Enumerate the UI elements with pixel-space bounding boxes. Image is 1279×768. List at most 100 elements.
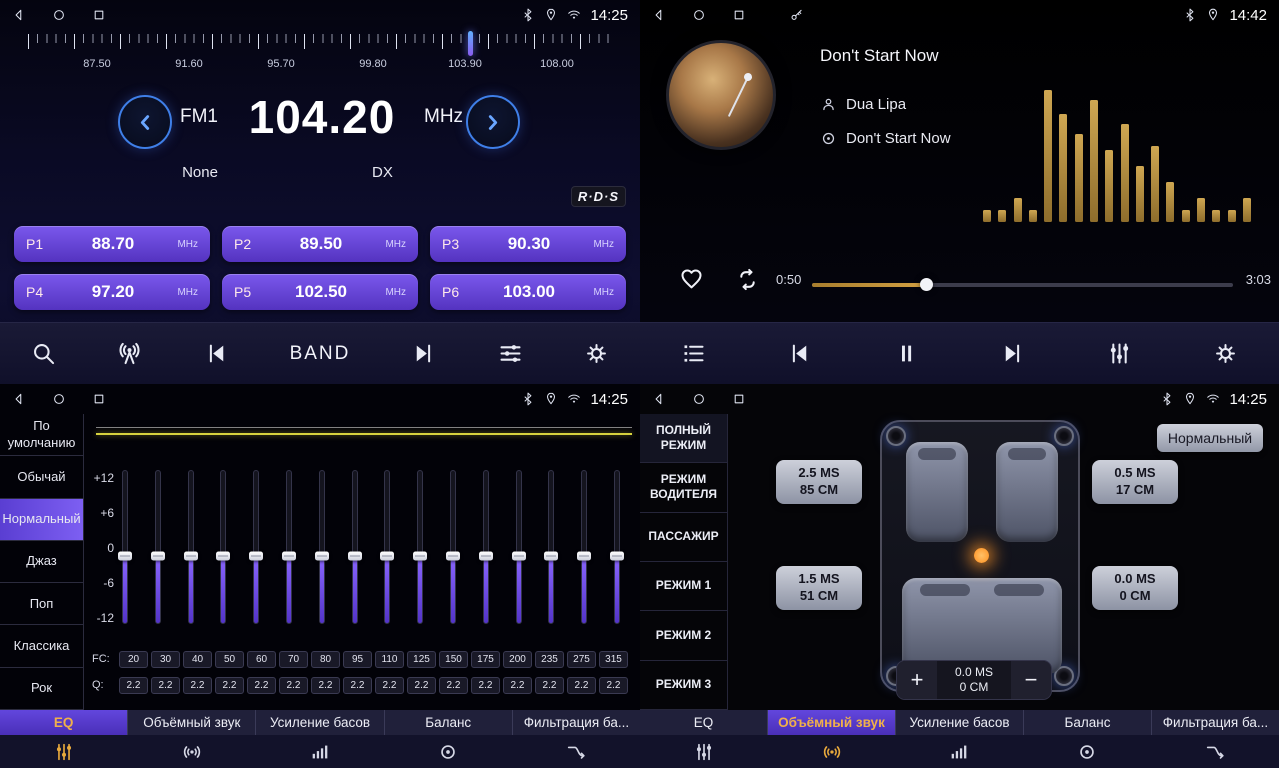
bass-boost-tab-icon[interactable] — [256, 741, 384, 763]
eq-band-slider[interactable] — [577, 470, 591, 624]
mode-3[interactable]: РЕЖИМ 3 — [640, 661, 727, 710]
eq-tab-icon[interactable] — [640, 741, 768, 763]
eq-band-slider[interactable] — [380, 470, 394, 624]
eq-slider-handle[interactable] — [446, 552, 460, 561]
nav-back-icon[interactable] — [12, 392, 26, 406]
surround-tab-icon[interactable] — [128, 741, 256, 763]
mode-1[interactable]: РЕЖИМ 1 — [640, 562, 727, 611]
preset-button-p6[interactable]: P6 103.00 MHz — [430, 274, 626, 310]
tab-bass-boost[interactable]: Усиление басов — [256, 710, 384, 735]
eq-band-slider[interactable] — [216, 470, 230, 624]
nav-recents-icon[interactable] — [732, 8, 746, 22]
filter-tab-icon[interactable] — [512, 741, 640, 763]
speaker-front-left[interactable] — [886, 426, 906, 446]
nav-recents-icon[interactable] — [732, 392, 746, 406]
eq-slider-handle[interactable] — [610, 552, 624, 561]
equalizer-icon[interactable] — [1106, 340, 1133, 367]
audio-settings-icon[interactable] — [497, 340, 524, 367]
tab-eq[interactable]: EQ — [640, 710, 768, 735]
eq-slider-handle[interactable] — [577, 552, 591, 561]
nav-home-icon[interactable] — [52, 8, 66, 22]
delay-increase-button[interactable]: + — [897, 661, 937, 699]
filter-tab-icon[interactable] — [1151, 741, 1279, 763]
delay-decrease-button[interactable]: − — [1011, 661, 1051, 699]
eq-slider-handle[interactable] — [216, 552, 230, 561]
eq-slider-handle[interactable] — [380, 552, 394, 561]
sound-preset-button[interactable]: Нормальный — [1157, 424, 1263, 452]
eq-band-slider[interactable] — [118, 470, 132, 624]
scan-icon[interactable] — [30, 340, 57, 367]
eq-slider-handle[interactable] — [315, 552, 329, 561]
preset-button-p4[interactable]: P4 97.20 MHz — [14, 274, 210, 310]
tune-up-button[interactable] — [466, 95, 520, 149]
eq-band-slider[interactable] — [610, 470, 624, 624]
eq-slider-handle[interactable] — [544, 552, 558, 561]
nav-back-icon[interactable] — [12, 8, 26, 22]
repeat-icon[interactable] — [734, 266, 761, 293]
seek-knob[interactable] — [920, 278, 933, 291]
nav-back-icon[interactable] — [652, 392, 666, 406]
tune-down-button[interactable] — [118, 95, 172, 149]
eq-band-slider[interactable] — [249, 470, 263, 624]
eq-band-slider[interactable] — [348, 470, 362, 624]
bass-boost-tab-icon[interactable] — [896, 741, 1024, 763]
eq-band-slider[interactable] — [512, 470, 526, 624]
nav-recents-icon[interactable] — [92, 392, 106, 406]
settings-gear-icon[interactable] — [1212, 340, 1239, 367]
delay-front-left[interactable]: 2.5 MS 85 CM — [776, 460, 862, 504]
eq-slider-handle[interactable] — [348, 552, 362, 561]
tuning-indicator[interactable] — [468, 31, 473, 56]
eq-band-slider[interactable] — [315, 470, 329, 624]
seek-bar[interactable] — [812, 283, 1233, 287]
eq-slider-handle[interactable] — [118, 552, 132, 561]
preset-button-p2[interactable]: P2 89.50 MHz — [222, 226, 418, 262]
tab-balance[interactable]: Баланс — [1024, 710, 1152, 735]
nav-home-icon[interactable] — [52, 392, 66, 406]
eq-band-slider[interactable] — [151, 470, 165, 624]
playlist-icon[interactable] — [680, 340, 707, 367]
tab-surround[interactable]: Объёмный звук — [768, 710, 896, 735]
settings-gear-icon[interactable] — [583, 340, 610, 367]
next-track-icon[interactable] — [999, 340, 1026, 367]
eq-preset-classic[interactable]: Классика — [0, 625, 83, 667]
eq-band-slider[interactable] — [446, 470, 460, 624]
eq-slider-handle[interactable] — [512, 552, 526, 561]
eq-slider-handle[interactable] — [249, 552, 263, 561]
previous-station-icon[interactable] — [203, 340, 230, 367]
mode-passenger[interactable]: ПАССАЖИР — [640, 513, 727, 562]
eq-preset-default[interactable]: По умолчанию — [0, 414, 83, 456]
delay-rear-right[interactable]: 0.0 MS 0 CM — [1092, 566, 1178, 610]
balance-tab-icon[interactable] — [384, 741, 512, 763]
tuning-scale[interactable] — [28, 34, 614, 50]
tab-bass-boost[interactable]: Усиление басов — [896, 710, 1024, 735]
eq-preset-pop[interactable]: Поп — [0, 583, 83, 625]
preset-button-p3[interactable]: P3 90.30 MHz — [430, 226, 626, 262]
nav-home-icon[interactable] — [692, 392, 706, 406]
nav-back-icon[interactable] — [652, 8, 666, 22]
eq-band-slider[interactable] — [184, 470, 198, 624]
eq-preset-custom[interactable]: Обычай — [0, 456, 83, 498]
nav-recents-icon[interactable] — [92, 8, 106, 22]
broadcast-icon[interactable] — [116, 340, 143, 367]
tab-surround[interactable]: Объёмный звук — [128, 710, 256, 735]
eq-tab-icon[interactable] — [0, 741, 128, 763]
eq-slider-handle[interactable] — [151, 552, 165, 561]
eq-slider-handle[interactable] — [413, 552, 427, 561]
previous-track-icon[interactable] — [786, 340, 813, 367]
delay-rear-left[interactable]: 1.5 MS 51 CM — [776, 566, 862, 610]
eq-band-slider[interactable] — [413, 470, 427, 624]
eq-preset-rock[interactable]: Рок — [0, 668, 83, 710]
balance-tab-icon[interactable] — [1023, 741, 1151, 763]
preset-button-p5[interactable]: P5 102.50 MHz — [222, 274, 418, 310]
mode-2[interactable]: РЕЖИМ 2 — [640, 611, 727, 660]
surround-tab-icon[interactable] — [768, 741, 896, 763]
listening-position-dot[interactable] — [974, 548, 989, 563]
nav-home-icon[interactable] — [692, 8, 706, 22]
eq-preset-normal[interactable]: Нормальный — [0, 499, 83, 541]
band-button[interactable]: BAND — [290, 343, 351, 365]
eq-slider-handle[interactable] — [479, 552, 493, 561]
eq-slider-handle[interactable] — [282, 552, 296, 561]
mode-full[interactable]: ПОЛНЫЙ РЕЖИМ — [640, 414, 727, 463]
tab-filter[interactable]: Фильтрация ба... — [1152, 710, 1279, 735]
eq-band-slider[interactable] — [479, 470, 493, 624]
